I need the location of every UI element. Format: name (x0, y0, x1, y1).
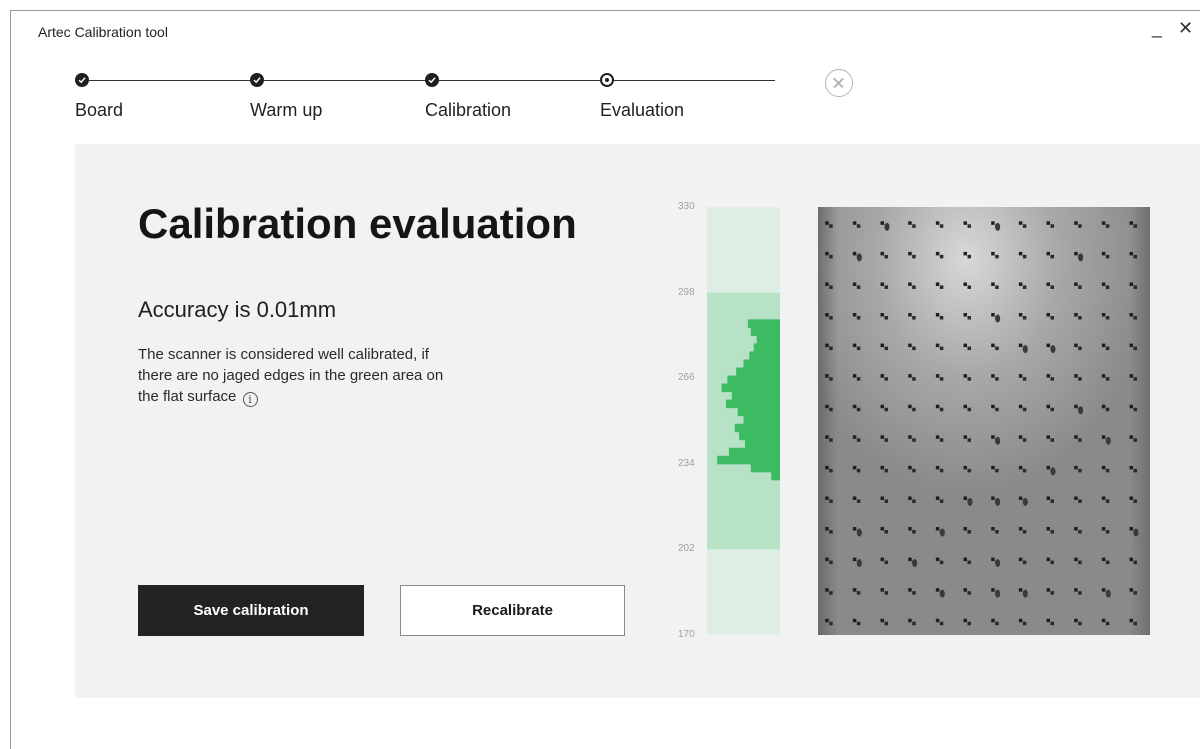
scan-preview-image (818, 207, 1150, 635)
histogram-bar (728, 447, 780, 457)
histogram-bar (736, 367, 780, 377)
accuracy-value: Accuracy is 0.01mm (138, 297, 337, 322)
histogram-bar (721, 383, 780, 393)
histogram-bar (737, 407, 780, 417)
histogram-bar (747, 319, 780, 328)
histogram-tick-label: 266 (678, 372, 695, 384)
histogram-bar (753, 343, 780, 352)
step-label-board: Board (75, 100, 124, 120)
histogram-bar (717, 455, 780, 465)
histogram-bar (725, 399, 780, 409)
recalibrate-button[interactable]: Recalibrate (400, 585, 625, 636)
histogram-svg (707, 207, 780, 635)
histogram-bar (744, 439, 780, 449)
scan-vignette (818, 207, 1150, 635)
step-connector (89, 80, 250, 81)
step-label-calibration: Calibration (425, 100, 512, 120)
step-evaluation-current-icon (600, 73, 614, 87)
close-window-button[interactable]: ✕ (1178, 18, 1193, 38)
step-warmup-check-icon (250, 73, 264, 87)
save-calibration-button[interactable]: Save calibration (138, 585, 364, 636)
step-label-warm-up: Warm up (250, 100, 323, 120)
page-title: Calibration evaluation (138, 200, 577, 247)
histogram-bar (734, 423, 780, 433)
minimize-button[interactable]: _ (1152, 18, 1162, 38)
step-label-evaluation: Evaluation (600, 100, 685, 120)
histogram-bar (750, 463, 780, 473)
deviation-histogram (670, 200, 790, 646)
histogram-bar (739, 431, 780, 441)
histogram-bar (743, 415, 780, 425)
histogram-bar (749, 351, 780, 360)
step-calibration-check-icon (425, 73, 439, 87)
evaluation-description: The scanner is considered well calibrate… (138, 344, 458, 407)
histogram-bar (727, 375, 780, 385)
histogram-tick-label: 170 (678, 629, 695, 640)
histogram-tick-label: 298 (678, 286, 695, 298)
description-text: The scanner is considered well calibrate… (138, 346, 444, 405)
window-title: Artec Calibration tool (38, 24, 168, 40)
histogram-tick-label: 202 (678, 543, 695, 555)
histogram-tick-label: 234 (678, 457, 695, 469)
step-connector (439, 80, 600, 81)
info-icon[interactable]: i (242, 392, 258, 407)
histogram-bar (756, 335, 780, 344)
histogram-bar (771, 471, 780, 481)
histogram-bar (750, 327, 780, 336)
histogram-bar (743, 359, 780, 368)
step-connector (614, 80, 775, 81)
step-board-check-icon (75, 73, 89, 87)
histogram-bar (731, 391, 780, 401)
step-connector (264, 80, 425, 81)
calibration-board-scan (818, 207, 1150, 635)
histogram-tick-label: 330 (678, 201, 695, 212)
cancel-wizard-icon[interactable] (825, 69, 853, 97)
